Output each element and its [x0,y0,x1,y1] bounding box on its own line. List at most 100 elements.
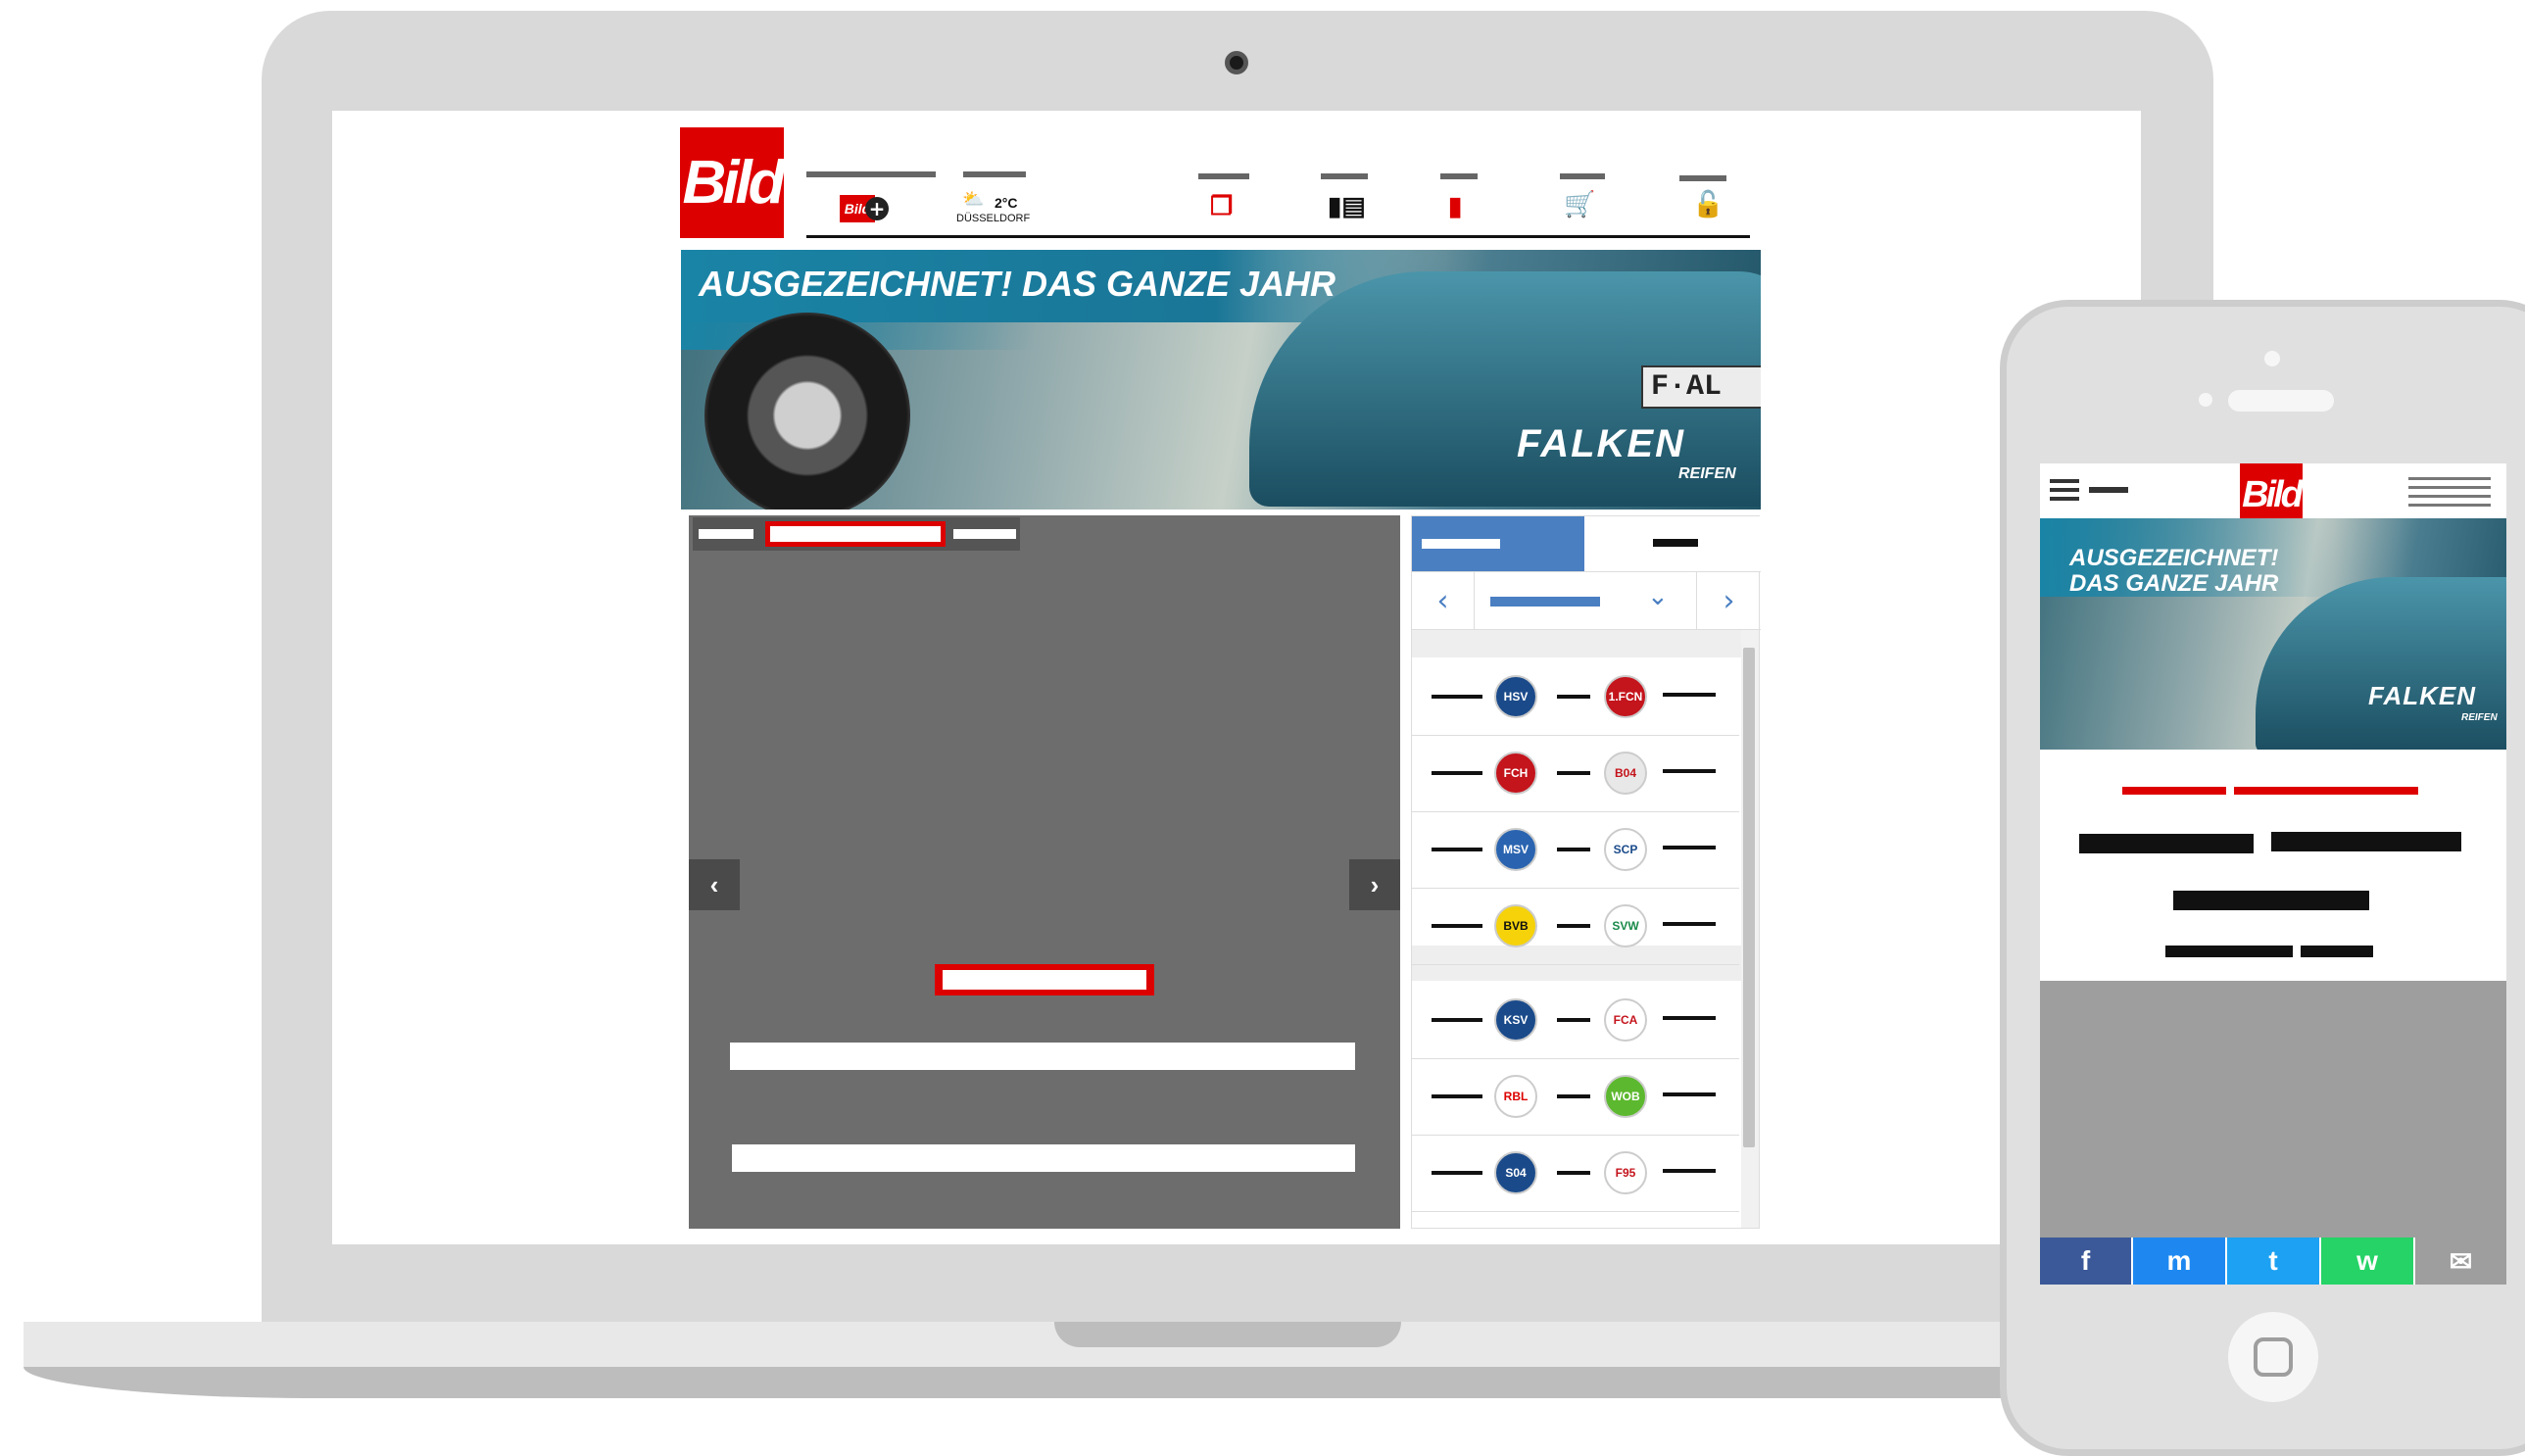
chevron-right-icon: › [1370,869,1380,899]
home-team-name [1432,1094,1482,1098]
slide-prev-button[interactable]: ‹ [689,859,740,910]
whatsapp-share-button[interactable]: w [2321,1238,2413,1285]
nav-label [1440,173,1478,179]
score-separator [1557,1094,1590,1098]
laptop-notch [1054,1322,1401,1347]
ad-brand-sub: REIFEN [1678,465,1736,482]
messenger-share-button[interactable]: m [2133,1238,2225,1285]
chevron-right-icon[interactable]: › [1696,572,1761,629]
whatsapp-icon: w [2356,1245,2378,1276]
home-team-name [1432,924,1482,928]
phone-teaser-line [2301,946,2373,957]
lock-icon[interactable]: 🔓 [1692,189,1724,219]
scoreboard-tab-active[interactable] [1412,516,1584,571]
slide-tab[interactable] [953,529,1016,539]
weather-temp: 2°C [995,195,1018,211]
home-team-crest-icon: RBL [1494,1075,1537,1118]
phone-headline-line [2173,891,2369,910]
phone-teaser-line [2165,946,2293,957]
home-team-name [1432,695,1482,699]
away-team-crest-icon: SCP [1604,828,1647,871]
slide-tab[interactable] [699,529,753,539]
home-team-crest-icon: HSV [1494,675,1537,718]
away-team-name [1663,1016,1716,1020]
scrollbar[interactable] [1741,630,1759,1228]
nav-label [1198,173,1249,179]
match-row[interactable]: S04 F95 [1412,1134,1739,1212]
book-icon[interactable]: ▮ [1448,191,1462,221]
phone-logo-text: Bild [2242,473,2304,515]
score-separator [1557,695,1590,699]
score-separator [1557,1018,1590,1022]
chevron-left-icon: ‹ [709,869,719,899]
score-separator [1557,1171,1590,1175]
phone-home-button[interactable] [2228,1312,2318,1402]
slide-tab-active[interactable] [765,521,946,547]
ad-headline: AUSGEZEICHNET! DAS GANZE JAHR [699,264,1336,304]
profile-icon[interactable]: ▮▤ [1328,191,1366,221]
away-team-name [1663,846,1716,849]
plus-icon: + [865,197,889,220]
phone-ad-headline: AUSGEZEICHNET! DAS GANZE JAHR [2069,545,2279,597]
bild-logo[interactable]: Bild [680,127,786,238]
match-row[interactable]: RBL WOB [1412,1057,1739,1136]
away-team-crest-icon: B04 [1604,752,1647,795]
home-team-name [1432,1018,1482,1022]
ad-banner[interactable]: AUSGEZEICHNET! DAS GANZE JAHR F·AL FALKE… [681,250,1761,510]
menu-icon[interactable] [2050,479,2079,501]
chevron-down-icon[interactable]: ⌄ [1647,582,1669,611]
license-plate: F·AL [1641,365,1761,409]
nav-links-icon[interactable] [2408,477,2491,507]
tire-image [704,313,910,510]
away-team-name [1663,1092,1716,1096]
ad-brand: FALKEN [1517,422,1685,465]
home-team-crest-icon: BVB [1494,904,1537,947]
phone-bild-logo[interactable]: Bild [2240,463,2304,526]
phone-kicker [2234,787,2418,795]
twitter-icon: t [2268,1245,2278,1276]
away-team-crest-icon: SVW [1604,904,1647,947]
match-row[interactable]: HSV 1.FCN [1412,657,1739,736]
scoreboard-widget: ‹ ⌄ › HSV 1.FCN FCH B04 MSV SCP BVB SVW KSV FCA RB… [1411,515,1761,1229]
away-team-crest-icon: F95 [1604,1151,1647,1194]
away-team-crest-icon: FCA [1604,998,1647,1042]
date-separator [1412,630,1741,657]
away-team-crest-icon: WOB [1604,1075,1647,1118]
cart-icon[interactable]: 🛒 [1564,189,1595,219]
home-team-crest-icon: FCH [1494,752,1537,795]
slide-next-button[interactable]: › [1349,859,1400,910]
email-share-button[interactable]: ✉ [2415,1238,2506,1285]
chevron-left-icon[interactable]: ‹ [1412,572,1475,629]
match-row[interactable]: MSV SCP [1412,810,1739,889]
matchday-label [1490,597,1600,607]
facebook-share-button[interactable]: f [2040,1238,2131,1285]
away-team-name [1663,1169,1716,1173]
scrollbar-thumb[interactable] [1743,648,1755,1147]
home-team-name [1432,848,1482,851]
phone-ad-banner[interactable]: AUSGEZEICHNET! DAS GANZE JAHR FALKEN REI… [2040,518,2506,750]
matchday-selector: ‹ ⌄ › [1412,571,1761,630]
home-team-crest-icon: S04 [1494,1151,1537,1194]
laptop-camera [1225,51,1248,74]
away-team-name [1663,693,1716,697]
match-row[interactable]: KSV FCA [1412,981,1739,1059]
header-rule [806,235,1750,238]
phone-ad-brand-sub: REIFEN [2461,712,2498,723]
weather-city: DÜSSELDORF [956,213,1031,224]
away-team-name [1663,922,1716,926]
twitter-share-button[interactable]: t [2227,1238,2319,1285]
slide-headline-line [730,1043,1355,1070]
laptop-screen: Bild Bild + ⛅ 2°C DÜSSELDORF ❐ ▮▤ ▮ 🛒 🔓 … [332,111,2141,1244]
match-row[interactable]: FCH B04 [1412,734,1739,812]
nav-label [1321,173,1368,179]
weather-icon: ⛅ [962,189,985,209]
messenger-icon: m [2166,1245,2192,1276]
phone-screen: Bild AUSGEZEICHNET! DAS GANZE JAHR FALKE… [2040,463,2506,1285]
scoreboard-tab[interactable] [1584,516,1761,571]
phone-car-image [2256,577,2506,750]
match-row[interactable]: BVB SVW [1412,887,1739,965]
phone-speaker [2228,390,2334,412]
slideshow[interactable]: ‹ › [689,515,1400,1229]
epaper-icon[interactable]: ❐ [1210,191,1233,221]
slideshow-tabs [693,517,1020,551]
